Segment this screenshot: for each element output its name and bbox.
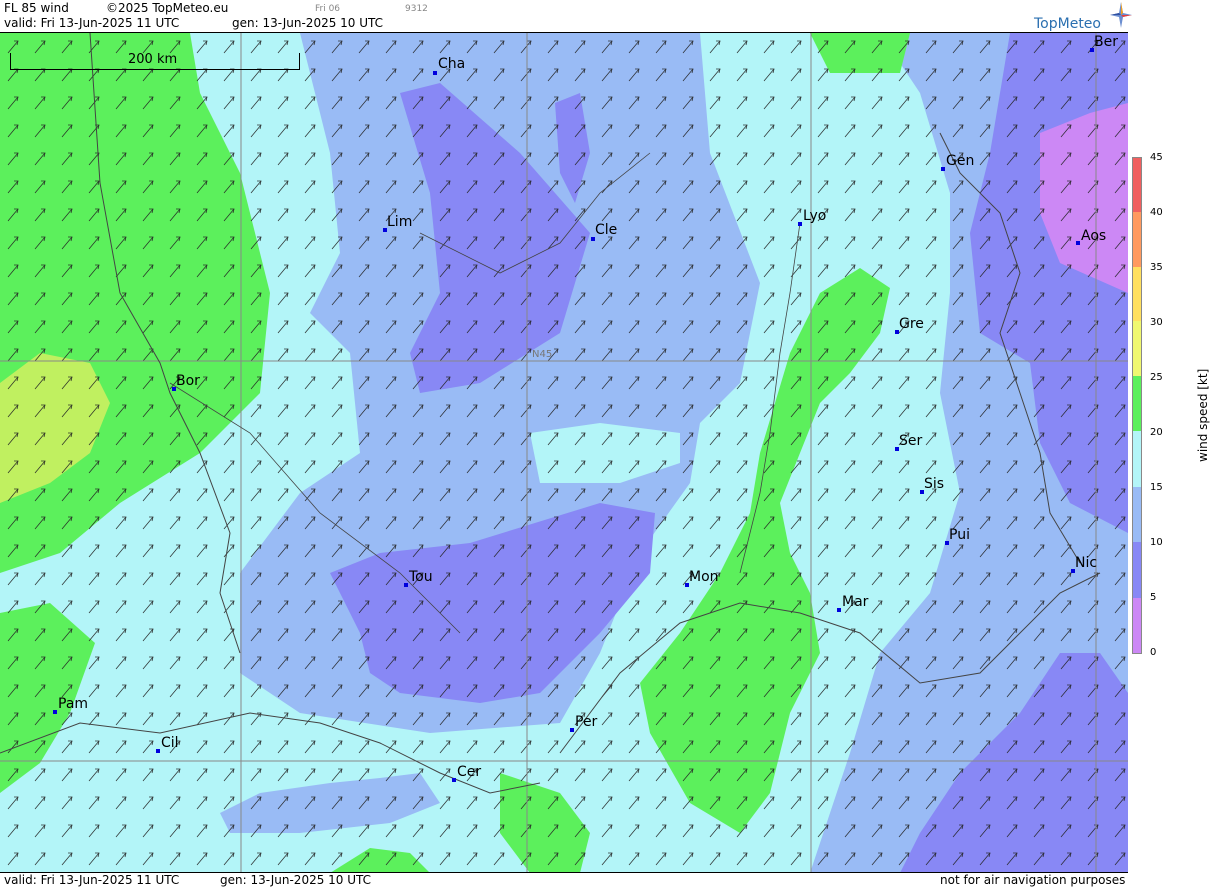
city-label-cle[interactable]: Cle — [595, 222, 617, 238]
logo-text: TopMeteo — [1034, 16, 1101, 32]
legend-tick: 35 — [1150, 262, 1163, 273]
scale-label: 200 km — [128, 52, 178, 67]
footer-generation-time: gen: 13-Jun-2025 10 UTC — [220, 873, 372, 887]
city-dot — [53, 710, 57, 714]
city-dot — [798, 222, 802, 226]
city-label-ser[interactable]: Ser — [899, 433, 922, 449]
legend-tick: 20 — [1150, 427, 1163, 438]
city-label-lyo[interactable]: Lyo — [803, 208, 826, 224]
city-label-pam[interactable]: Pam — [58, 696, 88, 712]
colorbar — [1132, 157, 1142, 654]
legend-tick: 45 — [1150, 152, 1163, 163]
legend-title: wind speed [kt] — [1196, 368, 1210, 462]
city-dot — [941, 167, 945, 171]
city-label-lim[interactable]: Lim — [387, 214, 412, 230]
city-dot — [1076, 241, 1080, 245]
city-label-pui[interactable]: Pui — [949, 527, 970, 543]
city-label-sis[interactable]: Sis — [924, 476, 944, 492]
small-time-label: Fri 06 — [315, 4, 341, 14]
map-footer: valid: Fri 13-Jun-2025 11 UTC gen: 13-Ju… — [0, 872, 1128, 888]
valid-time: valid: Fri 13-Jun-2025 11 UTC — [4, 16, 180, 30]
city-label-nic[interactable]: Nic — [1075, 555, 1097, 571]
copyright-text: ©2025 TopMeteo.eu — [106, 1, 229, 15]
city-dot — [156, 749, 160, 753]
compass-star-icon — [1110, 2, 1132, 28]
generation-time: gen: 13-Jun-2025 10 UTC — [232, 16, 384, 30]
product-title: FL 85 wind — [4, 1, 69, 15]
footer-notice: not for air navigation purposes — [940, 873, 1126, 887]
legend-tick: 40 — [1150, 207, 1163, 218]
city-label-ber[interactable]: Ber — [1094, 34, 1118, 50]
legend-tick: 25 — [1150, 372, 1163, 383]
footer-valid-time: valid: Fri 13-Jun-2025 11 UTC — [4, 873, 180, 887]
city-label-mon[interactable]: Mon — [689, 569, 719, 585]
city-label-tou[interactable]: Tou — [409, 569, 433, 585]
city-dot — [452, 778, 456, 782]
wind-map[interactable]: 200 km N45 Cha Ber Gen Lim Cle Lyo Aos G… — [0, 32, 1128, 873]
legend-tick: 30 — [1150, 317, 1163, 328]
city-label-mar[interactable]: Mar — [842, 594, 868, 610]
legend-tick: 0 — [1150, 647, 1157, 658]
legend-tick: 5 — [1150, 592, 1157, 603]
color-legend: 45 40 35 30 25 20 15 10 5 0 wind speed [… — [1128, 32, 1219, 872]
city-label-cil[interactable]: Cil — [161, 735, 179, 751]
small-code-label: 9312 — [405, 4, 428, 14]
city-dot — [570, 728, 574, 732]
city-label-bor[interactable]: Bor — [176, 373, 200, 389]
latitude-label: N45 — [532, 349, 553, 360]
city-dot — [837, 608, 841, 612]
city-label-cha[interactable]: Cha — [438, 56, 465, 72]
legend-tick: 10 — [1150, 537, 1163, 548]
map-header: FL 85 wind ©2025 TopMeteo.eu Fri 06 9312… — [0, 0, 1132, 32]
topmeteo-logo: TopMeteo — [1034, 2, 1132, 32]
legend-tick: 15 — [1150, 482, 1163, 493]
city-dot — [404, 583, 408, 587]
city-label-gen[interactable]: Gen — [946, 153, 974, 169]
city-label-per[interactable]: Per — [575, 714, 597, 730]
city-label-aos[interactable]: Aos — [1081, 228, 1106, 244]
city-label-gre[interactable]: Gre — [899, 316, 924, 332]
city-label-cer[interactable]: Cer — [457, 764, 481, 780]
city-dot — [433, 71, 437, 75]
